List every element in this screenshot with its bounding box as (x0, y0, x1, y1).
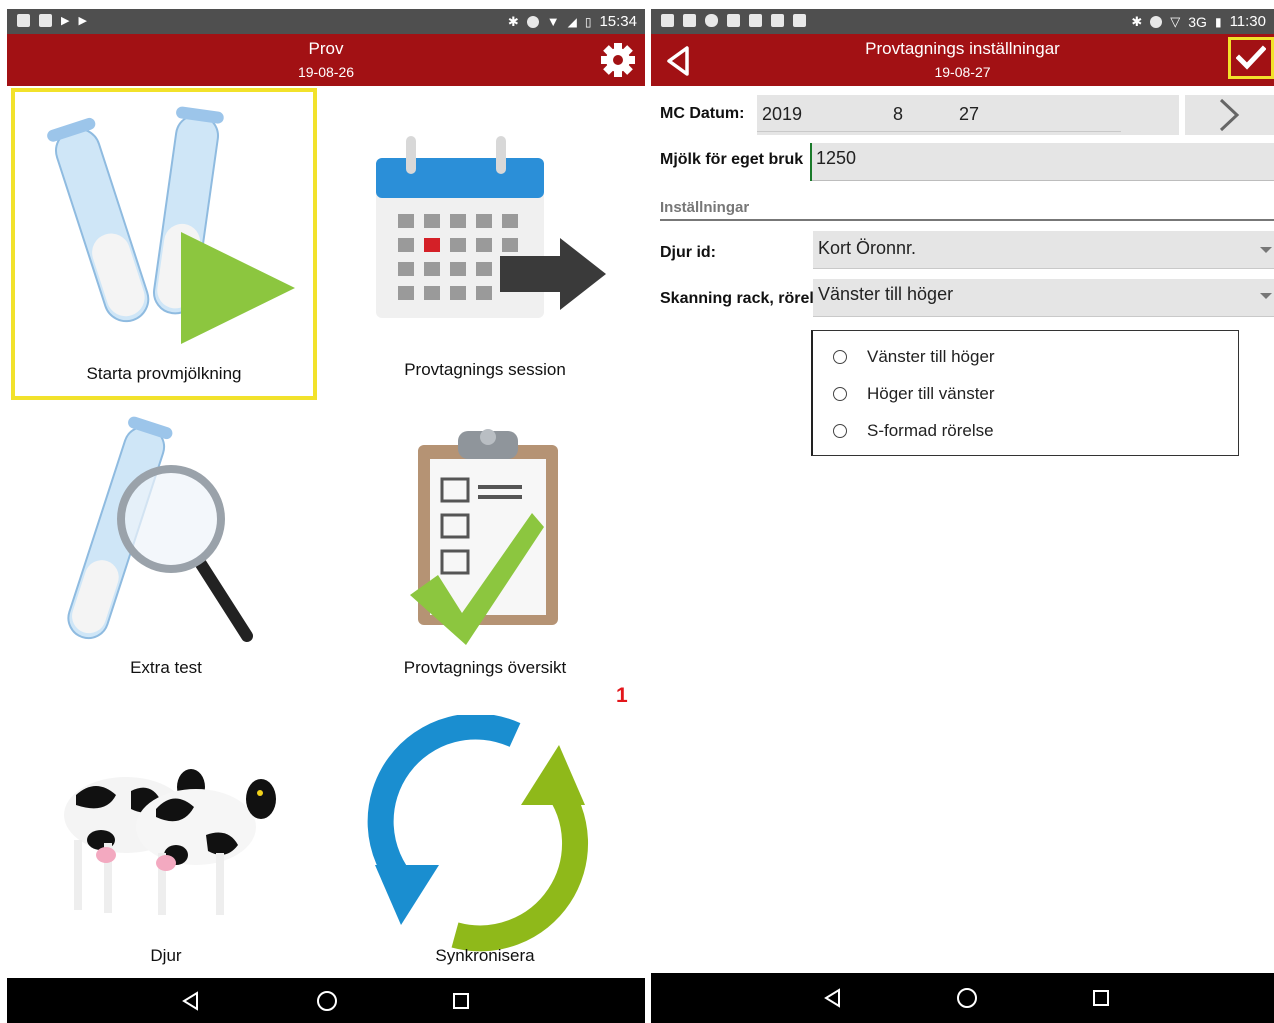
dropdown-arrow-icon (1260, 247, 1272, 253)
clipboard-check-icon (410, 429, 558, 645)
tile-label: Synkronisera (435, 946, 535, 965)
status-bar: ▶ ▶ ✱ ▼ ◢ ▯ 15:34 (7, 9, 645, 34)
option-left-to-right[interactable]: Vänster till höger (833, 347, 995, 367)
mjolk-input[interactable]: 1250 (810, 143, 1274, 181)
option-label: Höger till vänster (867, 384, 995, 403)
app-bar: Prov 19-08-26 (7, 34, 645, 86)
bluetooth-icon: ✱ (1131, 13, 1143, 29)
lock-icon (793, 14, 806, 27)
gear-icon[interactable] (599, 41, 637, 79)
back-arrow-icon[interactable] (665, 46, 693, 76)
battery-icon: ▮ (1214, 14, 1222, 29)
chevron-right-icon (1219, 98, 1240, 132)
play-store-icon: ▶ (61, 15, 70, 27)
tile-label: Extra test (130, 658, 202, 677)
synchronize-tile[interactable]: Synkronisera (330, 709, 640, 977)
calendar-arrow-icon (376, 136, 606, 318)
status-time: 15:34 (599, 13, 637, 30)
battery-icon: ▯ (584, 14, 592, 29)
wifi-icon: ▽ (1170, 13, 1181, 29)
start-sampling-tile[interactable]: Starta provmjölkning (11, 88, 317, 400)
page-date: 19-08-26 (297, 64, 355, 80)
right-screen: ✱ ▽ 3G ▮ 11:30 Provtagnings inställninga… (651, 9, 1274, 1023)
tile-label: Provtagnings session (404, 360, 566, 379)
option-label: Vänster till höger (867, 347, 995, 366)
tile-label: Provtagnings översikt (403, 658, 567, 677)
page-date: 19-08-27 (934, 64, 991, 80)
play-store-icon: ▶ (78, 15, 87, 27)
section-divider (660, 219, 1274, 221)
notification-icon (749, 14, 762, 27)
left-screen: ▶ ▶ ✱ ▼ ◢ ▯ 15:34 Prov 19-08-26 Starta p… (7, 9, 645, 1023)
home-icon[interactable] (297, 978, 357, 1023)
page-title: Prov (308, 39, 344, 58)
sim-notification-icon (771, 14, 784, 27)
animals-tile[interactable]: Djur (11, 709, 321, 977)
app-bar: Provtagnings inställningar 19-08-27 (651, 34, 1274, 86)
status-time: 11:30 (1229, 13, 1266, 30)
skanning-select[interactable]: Vänster till höger (813, 279, 1274, 317)
wifi-icon: ▼ (546, 14, 560, 29)
skanning-value: Vänster till höger (818, 284, 954, 304)
recents-icon[interactable] (431, 978, 491, 1023)
mc-datum-label: MC Datum: (660, 105, 745, 122)
back-icon[interactable] (161, 978, 221, 1023)
home-icon[interactable] (937, 973, 997, 1023)
notification-icon (727, 14, 740, 27)
radio-button[interactable] (833, 350, 847, 364)
page-title: Provtagnings inställningar (865, 39, 1060, 58)
dnd-icon (1150, 15, 1163, 28)
month-value[interactable]: 8 (893, 104, 903, 125)
sync-count-badge: 1 (616, 684, 628, 707)
radio-button[interactable] (833, 387, 847, 401)
dnd-icon (526, 15, 539, 28)
option-label: S-formad rörelse (867, 421, 994, 440)
image-notification-icon (17, 14, 30, 27)
sampling-session-tile[interactable]: Provtagnings session (330, 88, 640, 400)
scan-options-menu: Vänster till höger Höger till vänster S-… (811, 330, 1239, 456)
day-value[interactable]: 27 (959, 104, 979, 125)
mail-icon (683, 14, 696, 27)
tile-label: Djur (150, 946, 182, 965)
recents-icon[interactable] (1071, 973, 1131, 1023)
option-s-shaped[interactable]: S-formad rörelse (833, 421, 994, 441)
status-bar: ✱ ▽ 3G ▮ 11:30 (651, 9, 1274, 34)
next-date-button[interactable] (1185, 95, 1274, 135)
skanning-label: Skanning rack, rörels (660, 290, 823, 307)
image-notification-icon (661, 14, 674, 27)
tube-magnifier-icon (67, 416, 253, 642)
mjolk-label: Mjölk för eget bruk (660, 151, 804, 168)
network-type: 3G (1188, 13, 1207, 30)
navigation-bar (651, 973, 1274, 1023)
sampling-overview-tile[interactable]: Provtagnings översikt (330, 409, 640, 689)
dropdown-arrow-icon (1260, 293, 1272, 299)
mjolk-value: 1250 (816, 148, 857, 168)
extra-test-tile[interactable]: Extra test (11, 409, 321, 689)
sync-arrows-icon (367, 715, 589, 952)
cows-icon (64, 769, 276, 915)
back-icon[interactable] (803, 973, 863, 1023)
confirm-check-icon[interactable] (1228, 37, 1274, 79)
test-tubes-play-icon (47, 106, 295, 344)
option-right-to-left[interactable]: Höger till vänster (833, 384, 995, 404)
signal-icon: ◢ (567, 14, 577, 29)
bluetooth-icon: ✱ (507, 13, 519, 29)
djur-id-select[interactable]: Kort Öronnr. (813, 231, 1274, 269)
cloud-icon (705, 14, 718, 27)
djur-id-label: Djur id: (660, 244, 716, 261)
djur-id-value: Kort Öronnr. (818, 238, 917, 258)
year-value[interactable]: 2019 (762, 104, 802, 125)
navigation-bar (7, 978, 645, 1023)
sim-notification-icon (39, 14, 52, 27)
radio-button[interactable] (833, 424, 847, 438)
tile-label: Starta provmjölkning (86, 364, 242, 383)
mc-datum-picker[interactable]: 2019 8 27 (757, 95, 1179, 135)
section-title: Inställningar (660, 199, 750, 216)
